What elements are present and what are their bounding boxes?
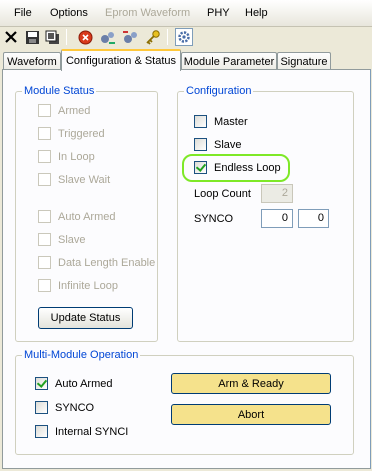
loop-count-label: Loop Count bbox=[194, 188, 251, 200]
toolbar-separator-2 bbox=[167, 29, 168, 45]
infinite-loop-checkbox bbox=[38, 279, 51, 292]
status-slave-wait: Slave Wait bbox=[38, 173, 110, 186]
status-auto-armed: Auto Armed bbox=[38, 210, 115, 223]
menu-options[interactable]: Options bbox=[50, 7, 88, 19]
menu-bar: File Options Eprom Waveform PHY Help bbox=[0, 0, 372, 27]
master-checkbox[interactable] bbox=[194, 115, 207, 128]
menu-help[interactable]: Help bbox=[245, 7, 268, 19]
multi-internal-synci[interactable]: Internal SYNCI bbox=[35, 425, 128, 438]
synco-field-1[interactable]: 0 bbox=[261, 209, 293, 228]
save-icon[interactable] bbox=[23, 28, 41, 46]
arm-ready-button[interactable]: Arm & Ready bbox=[171, 373, 331, 394]
status-triggered: Triggered bbox=[38, 127, 105, 140]
settings-icon[interactable] bbox=[175, 28, 193, 46]
internal-synci-checkbox[interactable] bbox=[35, 425, 48, 438]
synco-label: SYNCO bbox=[194, 213, 234, 225]
read-gears-icon[interactable] bbox=[121, 28, 139, 46]
copy-icon[interactable] bbox=[43, 28, 61, 46]
multi-synco[interactable]: SYNCO bbox=[35, 401, 94, 414]
multi-module-title: Multi-Module Operation bbox=[22, 349, 141, 361]
module-status-title: Module Status bbox=[22, 85, 97, 97]
in-loop-checkbox bbox=[38, 150, 51, 163]
tab-waveform[interactable]: Waveform bbox=[3, 52, 61, 70]
config-slave[interactable]: Slave bbox=[194, 138, 242, 151]
slave-wait-checkbox bbox=[38, 173, 51, 186]
status-armed: Armed bbox=[38, 104, 90, 117]
toolbar-separator bbox=[66, 29, 67, 45]
tab-signature[interactable]: Signature bbox=[277, 52, 331, 70]
key-icon[interactable] bbox=[144, 28, 162, 46]
auto-armed-status-checkbox bbox=[38, 210, 51, 223]
data-length-enable-checkbox bbox=[38, 256, 51, 269]
configuration-title: Configuration bbox=[184, 85, 254, 97]
loop-count-field: 2 bbox=[261, 184, 293, 203]
slave-status-checkbox bbox=[38, 233, 51, 246]
endless-loop-checkbox[interactable] bbox=[194, 161, 207, 174]
auto-armed-checkbox[interactable] bbox=[35, 377, 48, 390]
stop-icon[interactable] bbox=[76, 28, 94, 46]
armed-checkbox bbox=[38, 104, 51, 117]
synco-checkbox[interactable] bbox=[35, 401, 48, 414]
tab-configuration-status[interactable]: Configuration & Status bbox=[61, 49, 181, 71]
triggered-checkbox bbox=[38, 127, 51, 140]
status-in-loop: In Loop bbox=[38, 150, 95, 163]
menu-eprom-waveform: Eprom Waveform bbox=[105, 7, 191, 19]
status-data-length-enable: Data Length Enable bbox=[38, 256, 155, 269]
multi-auto-armed[interactable]: Auto Armed bbox=[35, 377, 112, 390]
config-endless-loop[interactable]: Endless Loop bbox=[194, 161, 281, 174]
synco-field-2[interactable]: 0 bbox=[298, 209, 329, 228]
abort-button[interactable]: Abort bbox=[171, 404, 331, 425]
config-master[interactable]: Master bbox=[194, 115, 248, 128]
toolbar bbox=[0, 27, 372, 48]
slave-checkbox[interactable] bbox=[194, 138, 207, 151]
tab-module-parameter[interactable]: Module Parameter bbox=[181, 52, 277, 70]
write-gears-icon[interactable] bbox=[98, 28, 116, 46]
menu-file[interactable]: File bbox=[14, 7, 32, 19]
status-slave: Slave bbox=[38, 233, 86, 246]
close-x-icon[interactable] bbox=[2, 28, 20, 46]
menu-phy[interactable]: PHY bbox=[207, 7, 230, 19]
tab-strip: Waveform Configuration & Status Module P… bbox=[0, 48, 372, 71]
update-status-button[interactable]: Update Status bbox=[38, 307, 133, 329]
status-infinite-loop: Infinite Loop bbox=[38, 279, 118, 292]
